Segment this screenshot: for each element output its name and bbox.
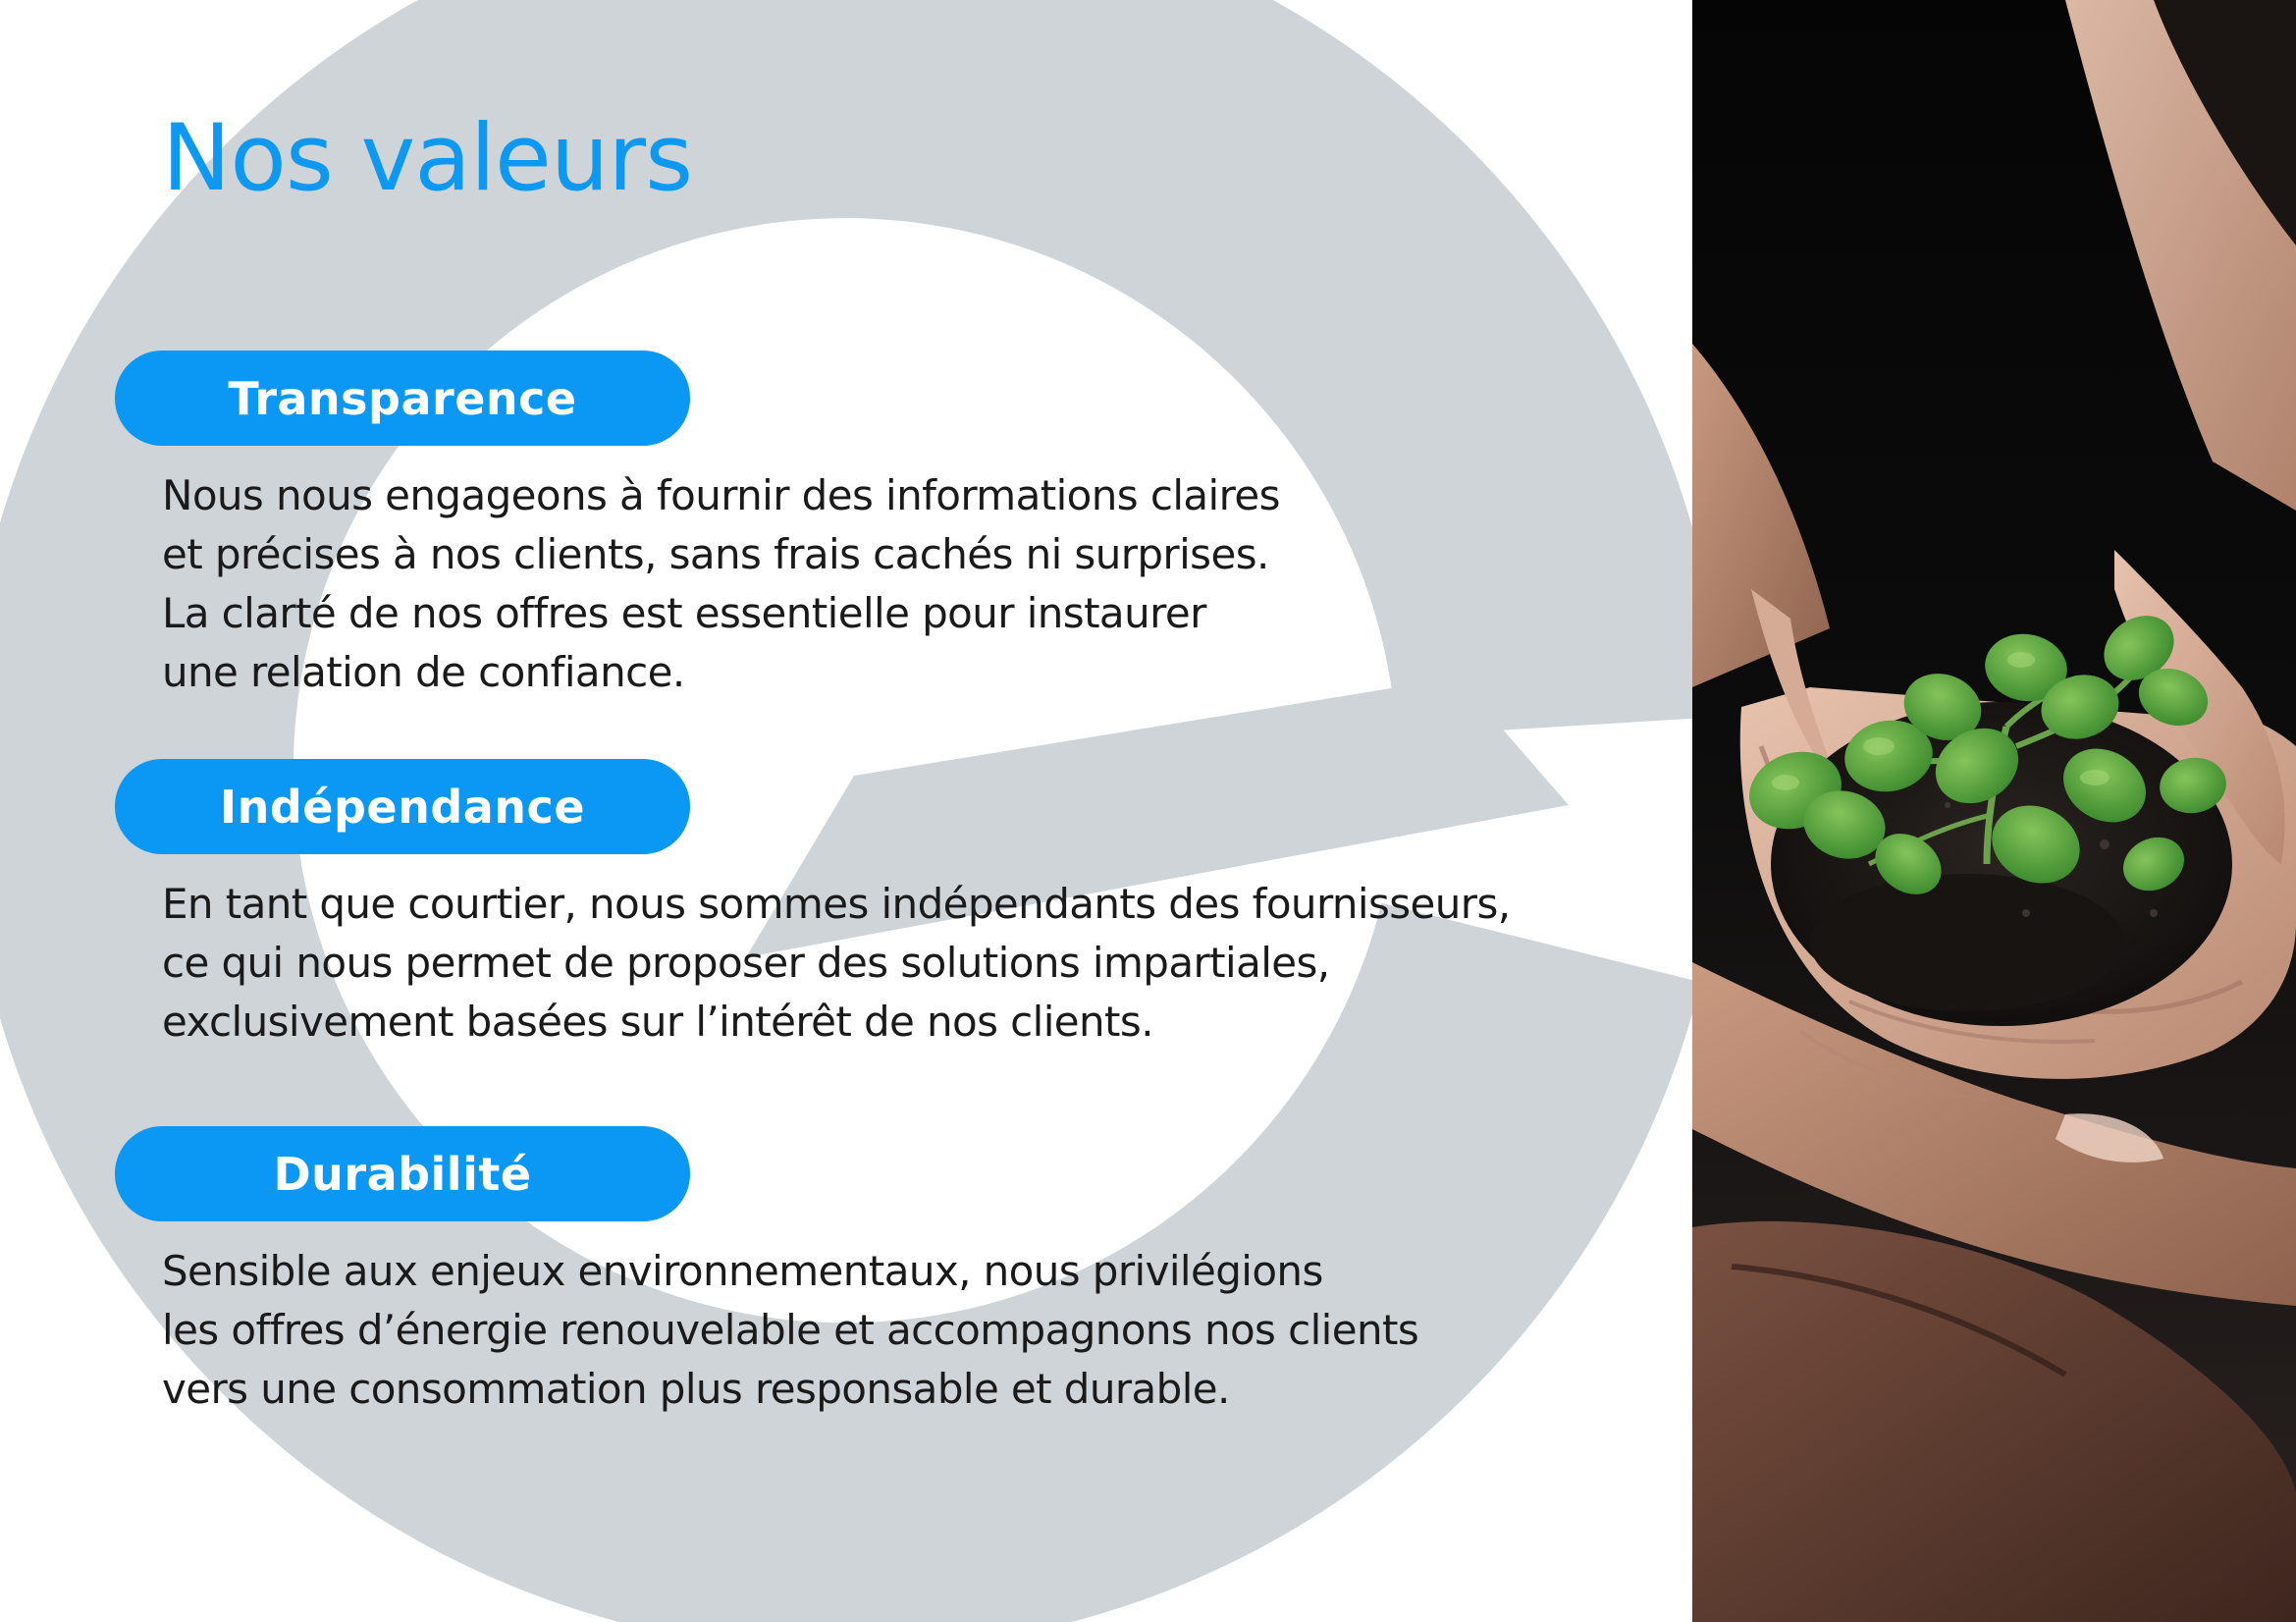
value-durabilite: Durabilité Sensible aux enjeux environne… (115, 1126, 1693, 1419)
value-text-durabilite: Sensible aux enjeux environnementaux, no… (162, 1247, 1419, 1413)
value-label-transparence: Transparence (115, 351, 690, 446)
page-title: Nos valeurs (162, 105, 693, 212)
seedling-photo (1692, 0, 2296, 1622)
hands-seedling-icon (1692, 0, 2296, 1622)
value-independance: Indépendance En tant que courtier, nous … (115, 759, 1693, 1052)
value-label-independance: Indépendance (115, 759, 690, 854)
values-page: Nos valeurs Transparence Nous nous engag… (0, 0, 2296, 1622)
value-text-independance: En tant que courtier, nous sommes indépe… (162, 880, 1511, 1046)
value-label-durabilite: Durabilité (115, 1126, 690, 1221)
value-text-transparence: Nous nous engageons à fournir des inform… (162, 471, 1280, 696)
value-transparence: Transparence Nous nous engageons à fourn… (115, 351, 1693, 702)
